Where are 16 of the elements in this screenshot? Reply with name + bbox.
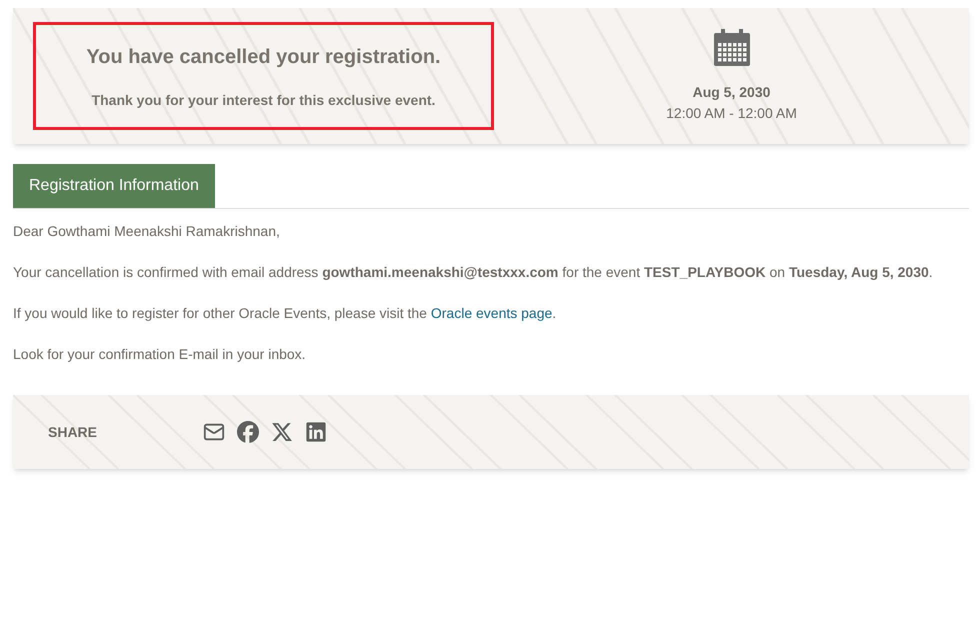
visit-text: If you would like to register for other Oracle Events, please visit the Oracle events page.	[13, 304, 558, 323]
reminder-text: Look for your confirmation E-mail in your inbox.	[13, 345, 307, 364]
mail-icon[interactable]	[203, 421, 225, 443]
events-page-link[interactable]: Oracle events page	[430, 305, 552, 321]
confirmation-text: Your cancellation is confirmed with email address gowthami.meenakshi@testxxx.com for the event TEST_PLAYBOOK on Tuesday, Aug 5, 2030.	[13, 263, 934, 282]
event-date: Aug 5, 2030	[692, 83, 770, 102]
calendar-icon	[712, 28, 752, 68]
banner-title: You have cancelled your registration.	[86, 44, 441, 70]
greeting-text: Dear Gowthami Meenakshi Ramakrishnan,	[13, 222, 281, 241]
tab[interactable]: Registration Information	[13, 164, 215, 208]
facebook-icon[interactable]	[237, 421, 259, 443]
banner-subtitle: Thank you for your interest for this exclusive event.	[92, 90, 436, 110]
share-label: SHARE	[48, 422, 98, 442]
event-time: 12:00 AM - 12:00 AM	[666, 104, 797, 123]
x-icon[interactable]	[271, 421, 293, 443]
linkedin-icon[interactable]	[305, 421, 327, 443]
